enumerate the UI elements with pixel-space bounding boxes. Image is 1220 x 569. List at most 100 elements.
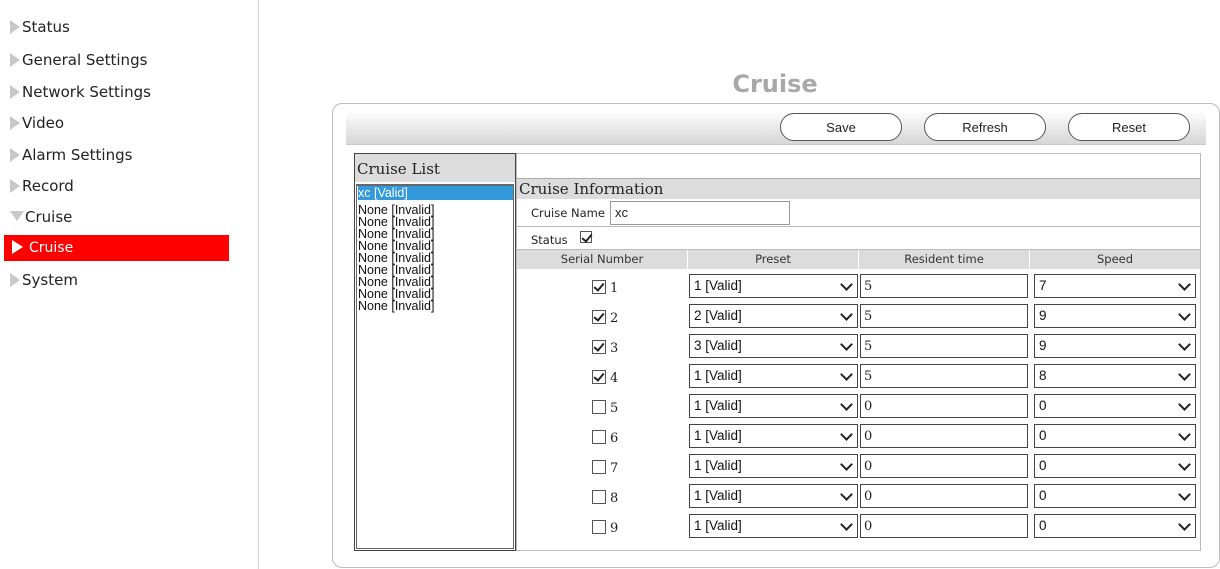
nav-label: System [22,271,78,289]
nav-label: Record [22,177,74,195]
chevron-down-icon [840,398,853,411]
speed-select[interactable]: 0 [1034,514,1196,538]
speed-select[interactable]: 9 [1034,304,1196,328]
preset-select[interactable]: 1 [Valid] [689,364,858,388]
chevron-down-icon [1178,458,1191,471]
speed-value: 0 [1039,488,1047,503]
row-checkbox[interactable] [592,400,606,414]
nav-record[interactable]: Record [10,174,74,198]
page-title: Cruise [732,70,818,98]
preset-value: 1 [Valid] [694,518,742,533]
resident-time-input[interactable]: 0 [860,514,1028,538]
speed-select[interactable]: 0 [1034,394,1196,418]
speed-value: 8 [1039,368,1047,383]
column-header: Speed [1096,252,1134,266]
resident-time-input[interactable]: 0 [860,394,1028,418]
status-checkbox[interactable] [580,231,592,243]
nav-label: Cruise [25,208,73,226]
speed-value: 0 [1039,398,1047,413]
nav-alarm-settings[interactable]: Alarm Settings [10,143,132,167]
preset-select[interactable]: 1 [Valid] [689,424,858,448]
preset-value: 1 [Valid] [694,488,742,503]
serial-number: 6 [610,431,619,446]
cruise-info-header: Cruise Information [517,178,1200,199]
preset-select[interactable]: 2 [Valid] [689,304,858,328]
row-checkbox[interactable] [592,460,606,474]
resident-time-input[interactable]: 5 [860,334,1028,358]
triangle-right-icon [10,116,20,130]
speed-select[interactable]: 0 [1034,424,1196,448]
cruise-list-item[interactable]: xc [Valid] [358,186,513,200]
speed-select[interactable]: 8 [1034,364,1196,388]
speed-value: 0 [1039,518,1047,533]
save-button[interactable]: Save [780,113,902,141]
page-title-wrap: Cruise [0,70,1220,98]
resident-time-input[interactable]: 5 [860,274,1028,298]
nav-video[interactable]: Video [10,111,64,135]
speed-select[interactable]: 0 [1034,454,1196,478]
resident-time-input[interactable]: 0 [860,424,1028,448]
triangle-right-icon [10,20,20,34]
reset-button[interactable]: Reset [1068,113,1190,141]
preset-value: 3 [Valid] [694,338,742,353]
speed-select[interactable]: 9 [1034,334,1196,358]
preset-select[interactable]: 1 [Valid] [689,454,858,478]
nav-status[interactable]: Status [10,15,70,39]
cruise-name-input[interactable]: xc [610,201,790,225]
nav-label: Video [22,114,65,132]
cruise-list-item[interactable]: None [Invalid] [358,300,513,313]
preset-select[interactable]: 1 [Valid] [689,394,858,418]
row-checkbox[interactable] [592,340,606,354]
nav-general-settings[interactable]: General Settings [10,48,147,72]
refresh-button[interactable]: Refresh [924,113,1046,141]
nav-cruise[interactable]: Cruise [10,205,72,229]
row-checkbox[interactable] [592,370,606,384]
serial-number: 1 [610,281,619,296]
column-header: Preset [688,250,859,269]
preset-value: 1 [Valid] [694,428,742,443]
speed-value: 9 [1039,338,1047,353]
chevron-down-icon [840,338,853,351]
triangle-right-icon [10,179,20,193]
toolbar: Save Refresh Reset [346,110,1206,145]
row-checkbox[interactable] [592,430,606,444]
chevron-down-icon [840,368,853,381]
resident-time-input[interactable]: 5 [860,364,1028,388]
column-header: Serial Number [517,250,688,269]
chevron-down-icon [1178,398,1191,411]
triangle-right-icon [10,148,20,162]
row-checkbox[interactable] [592,280,606,294]
divider [517,226,1200,227]
resident-time-input[interactable]: 0 [860,454,1028,478]
chevron-down-icon [1178,518,1191,531]
status-label: Status [531,233,568,247]
chevron-down-icon [840,308,853,321]
chevron-down-icon [1178,278,1191,291]
row-checkbox[interactable] [592,520,606,534]
preset-select[interactable]: 1 [Valid] [689,484,858,508]
resident-time-input[interactable]: 5 [860,304,1028,328]
preset-select[interactable]: 1 [Valid] [689,274,858,298]
nav-label: General Settings [22,51,148,69]
nav-label: Alarm Settings [22,146,133,164]
serial-number: 3 [610,341,619,356]
serial-number: 8 [610,491,619,506]
nav-sub-cruise[interactable]: Cruise [4,235,229,261]
row-checkbox[interactable] [592,490,606,504]
speed-select[interactable]: 0 [1034,484,1196,508]
chevron-down-icon [1178,488,1191,501]
preset-select[interactable]: 3 [Valid] [689,334,858,358]
speed-select[interactable]: 7 [1034,274,1196,298]
serial-number: 2 [610,311,619,326]
nav-label: Status [22,18,70,36]
triangle-right-icon [12,240,23,254]
row-checkbox[interactable] [592,310,606,324]
speed-value: 7 [1039,278,1047,293]
resident-time-input[interactable]: 0 [860,484,1028,508]
nav-system[interactable]: System [10,268,78,292]
cruise-name-label: Cruise Name [531,206,605,220]
triangle-down-icon [10,211,24,221]
preset-value: 2 [Valid] [694,308,742,323]
preset-select[interactable]: 1 [Valid] [689,514,858,538]
serial-number: 9 [610,521,619,536]
